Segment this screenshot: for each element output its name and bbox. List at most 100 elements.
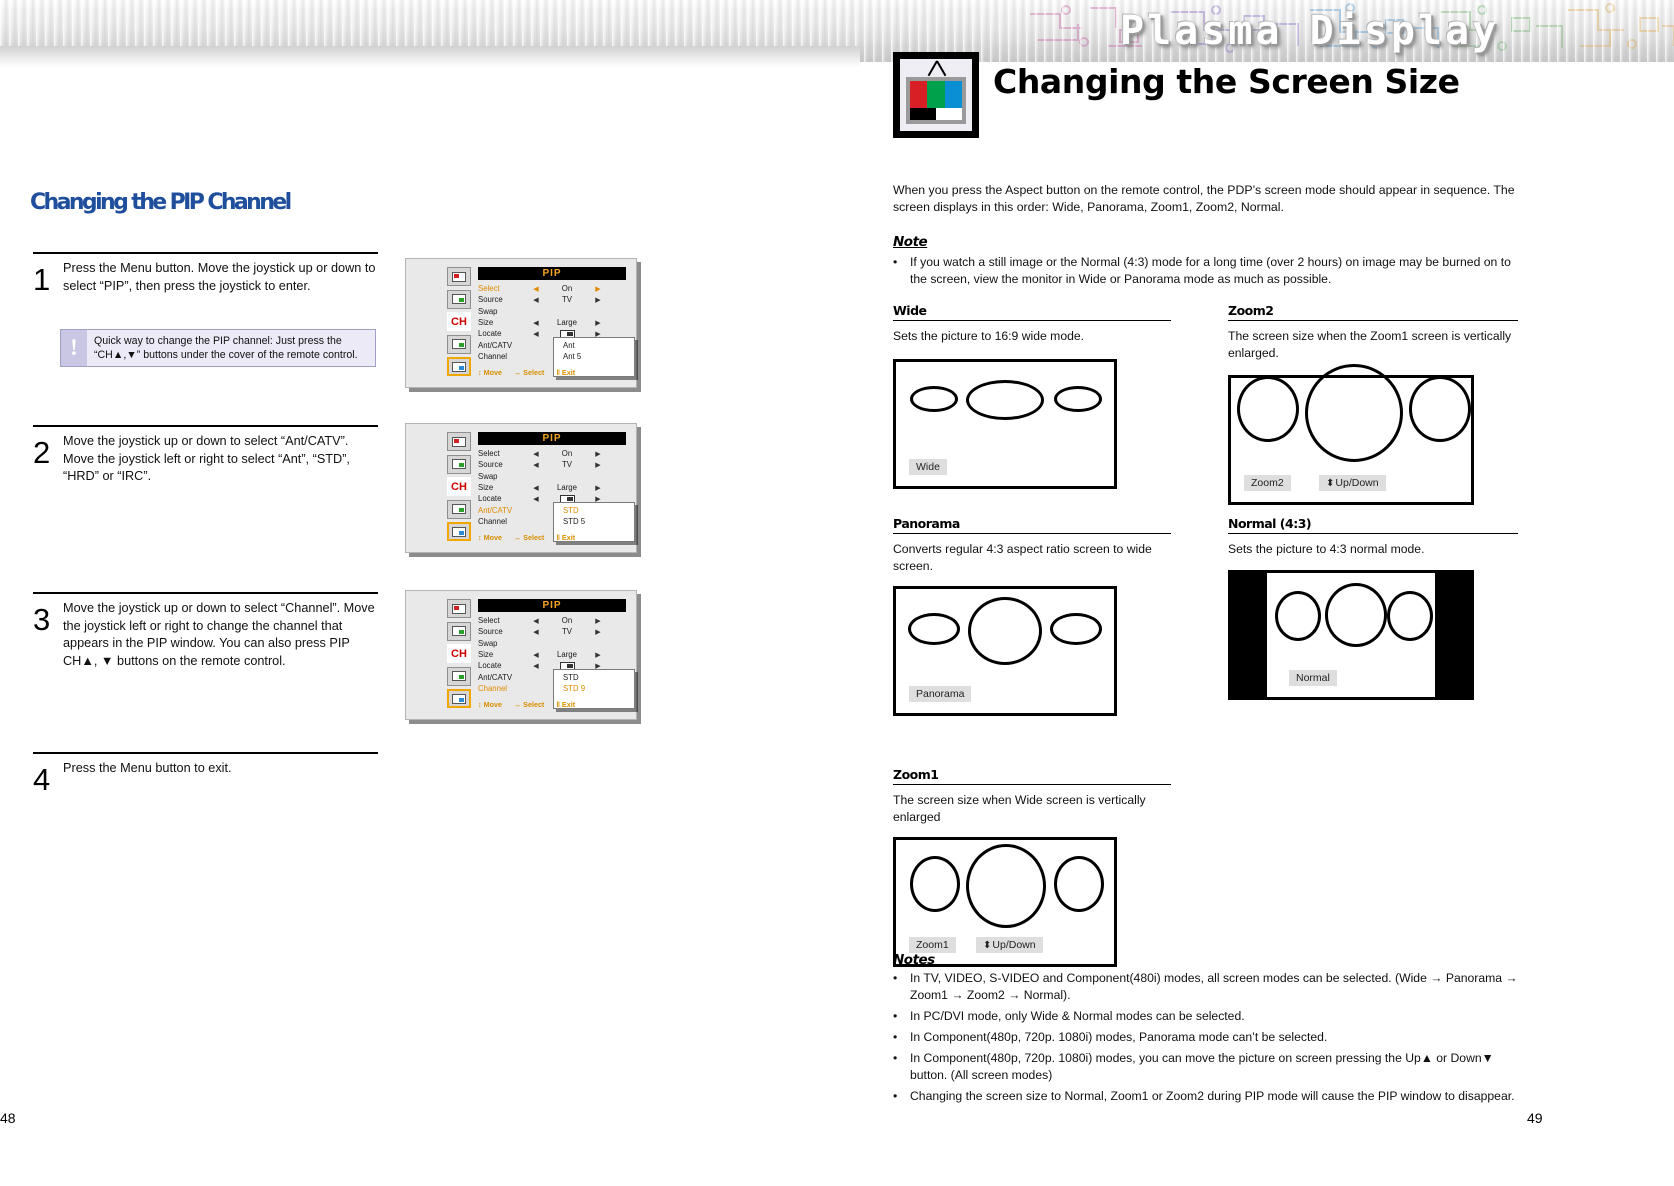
step-text: Move the joystick up or down to select “… [63,434,350,483]
picture-icon[interactable] [447,432,471,451]
osd-title: PIP [478,267,626,280]
screen-diagram-zoom2: Zoom2 ⬍Up/Down [1228,364,1474,505]
oval-right [1409,376,1471,442]
osd-move-hint: ↕ Move [478,368,502,377]
step-number: 2 [33,435,51,470]
section-normal: Normal (4:3) Sets the picture to 4:3 nor… [1228,516,1518,700]
brand-title: Plasma Display [1120,8,1500,54]
pip-icon[interactable] [447,689,471,708]
note-item: • In TV, VIDEO, S-VIDEO and Component(480… [893,971,1518,1002]
oval-left [1237,376,1299,442]
setup-icon[interactable] [447,499,471,519]
section-rule [893,320,1171,321]
oval-right [1054,856,1104,912]
exclamation-icon: ! [61,330,87,366]
step-number: 4 [33,762,51,797]
tip-line-2: “CH▲,▼” buttons under the cover of the r… [94,349,358,361]
step-3: 3 Move the joystick up or down to select… [33,592,378,670]
tv-icon [893,52,979,138]
note-item: • In Component(480p, 720p. 1080i) modes, … [893,1030,1328,1044]
osd-row-select[interactable]: Select ◀ On ▶ [478,448,626,459]
pip-icon[interactable] [447,522,471,541]
channel-icon[interactable]: CH [447,644,471,663]
step-1: 1 Press the Menu button. Move the joysti… [33,252,378,297]
oval-left [910,385,958,412]
setup-icon[interactable] [447,666,471,686]
osd-screenshot-3: CH PIP Select ◀ On ▶ Source ◀ TV ▶ Swap Size ◀ L… [405,590,637,720]
note-bullets: • If you watch a still image or the Norma… [893,254,1518,292]
tip-text: Quick way to change the PIP channel: Jus… [87,334,375,362]
picture-icon[interactable] [447,599,471,618]
step-4: 4 Press the Menu button to exit. [33,752,378,797]
osd-select-hint: ↔ Select [513,368,545,377]
osd-row-size[interactable]: Size ◀ Large ▶ [478,317,626,328]
osd-bottom-bar: ↕ Move ↔ Select ‖ Exit [478,367,626,378]
osd-row-source[interactable]: Source ◀ TV ▶ [478,294,626,305]
note-item: • In Component(480p, 720p. 1080i) modes, … [893,1051,1494,1082]
screen-diagram-wide: Wide [893,358,1117,489]
page-number-left: 48 [0,1110,16,1126]
mode-tag: Normal [1289,669,1337,686]
osd-sidebar: CH [447,432,471,545]
mode-tag: Zoom1 [909,937,956,953]
osd-popup-line-1: Ant [563,341,575,350]
sound-icon[interactable] [447,454,471,474]
section-heading: Normal (4:3) [1228,516,1312,531]
step-number: 1 [33,262,51,297]
updown-tag: ⬍Up/Down [976,937,1043,953]
osd-title: PIP [478,599,626,612]
osd-sidebar: CH [447,599,471,712]
osd-exit-hint: ‖ Exit [556,368,576,377]
bullet-dot: • [893,1009,898,1023]
osd-move-hint: ↕ Move [478,533,502,542]
osd-select-hint: ↔ Select [513,533,545,542]
osd-title: PIP [478,432,626,445]
section-zoom2: Zoom2 The screen size when the Zoom1 scr… [1228,303,1518,505]
osd-row-swap[interactable]: Swap [478,638,626,649]
notes-bullets: • In TV, VIDEO, S-VIDEO and Component(480… [893,970,1533,1109]
notes-heading: Notes [893,952,935,968]
channel-icon[interactable]: CH [447,312,471,331]
section-rule [893,784,1171,785]
osd-row-swap[interactable]: Swap [478,471,626,482]
oval-right [1387,590,1433,641]
header-band-lower [0,46,860,68]
section-desc: Sets the picture to 4:3 normal mode. [1228,542,1425,556]
osd-bottom-bar: ↕ Move ↔ Select ‖ Exit [478,532,626,543]
osd-row-select[interactable]: Select ◀ On ▶ [478,615,626,626]
osd-row-source[interactable]: Source ◀ TV ▶ [478,626,626,637]
bullet-dot: • [893,1030,898,1044]
oval-center [966,844,1046,928]
section-desc: Converts regular 4:3 aspect ratio screen… [893,542,1152,573]
osd-exit-hint: ‖ Exit [556,533,576,542]
osd-row-swap[interactable]: Swap [478,306,626,317]
oval-center [966,379,1044,420]
osd-exit-hint: ‖ Exit [556,700,576,709]
pip-icon[interactable] [447,357,471,376]
sound-icon[interactable] [447,621,471,641]
osd-row-select[interactable]: Select ◀ On ▶ [478,283,626,294]
step-text: Move the joystick up or down to select “… [63,601,375,668]
up-down-icon: ⬍ [1326,478,1335,489]
osd-row-size[interactable]: Size ◀ Large ▶ [478,482,626,493]
screen-diagram-zoom1: Zoom1 ⬍Up/Down [893,837,1117,967]
section-desc: Sets the picture to 16:9 wide mode. [893,329,1085,343]
oval-left [910,856,960,912]
osd-row-source[interactable]: Source ◀ TV ▶ [478,459,626,470]
oval-center [1325,582,1387,647]
osd-popup-line-1: STD [563,506,579,515]
setup-icon[interactable] [447,334,471,354]
osd-bottom-bar: ↕ Move ↔ Select ‖ Exit [478,699,626,710]
bullet-dot: • [893,971,898,985]
picture-icon[interactable] [447,267,471,286]
section-rule [893,533,1171,534]
sound-icon[interactable] [447,289,471,309]
section-heading: Panorama [893,516,960,531]
osd-sidebar: CH [447,267,471,380]
oval-left [908,613,960,645]
osd-row-size[interactable]: Size ◀ Large ▶ [478,649,626,660]
note-heading: Note [893,234,928,250]
section-zoom1: Zoom1 The screen size when Wide screen i… [893,767,1171,967]
channel-icon[interactable]: CH [447,477,471,496]
section-heading-pip: Changing the PIP Channel [30,190,292,215]
